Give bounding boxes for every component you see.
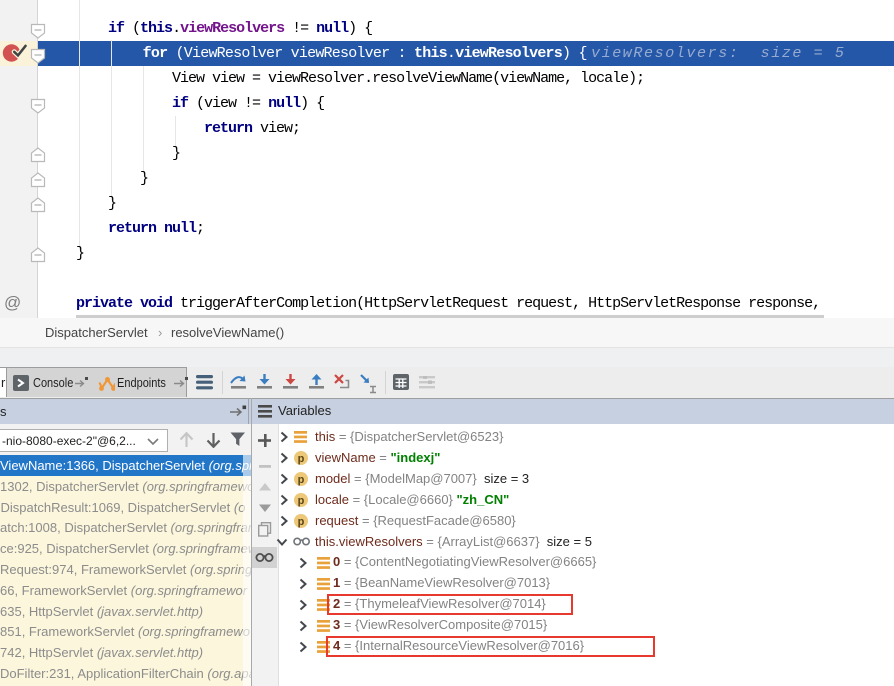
svg-text:p: p [298,474,305,486]
svg-text:p: p [298,453,305,465]
svg-text:p: p [298,495,305,507]
svg-text:p: p [298,516,305,528]
